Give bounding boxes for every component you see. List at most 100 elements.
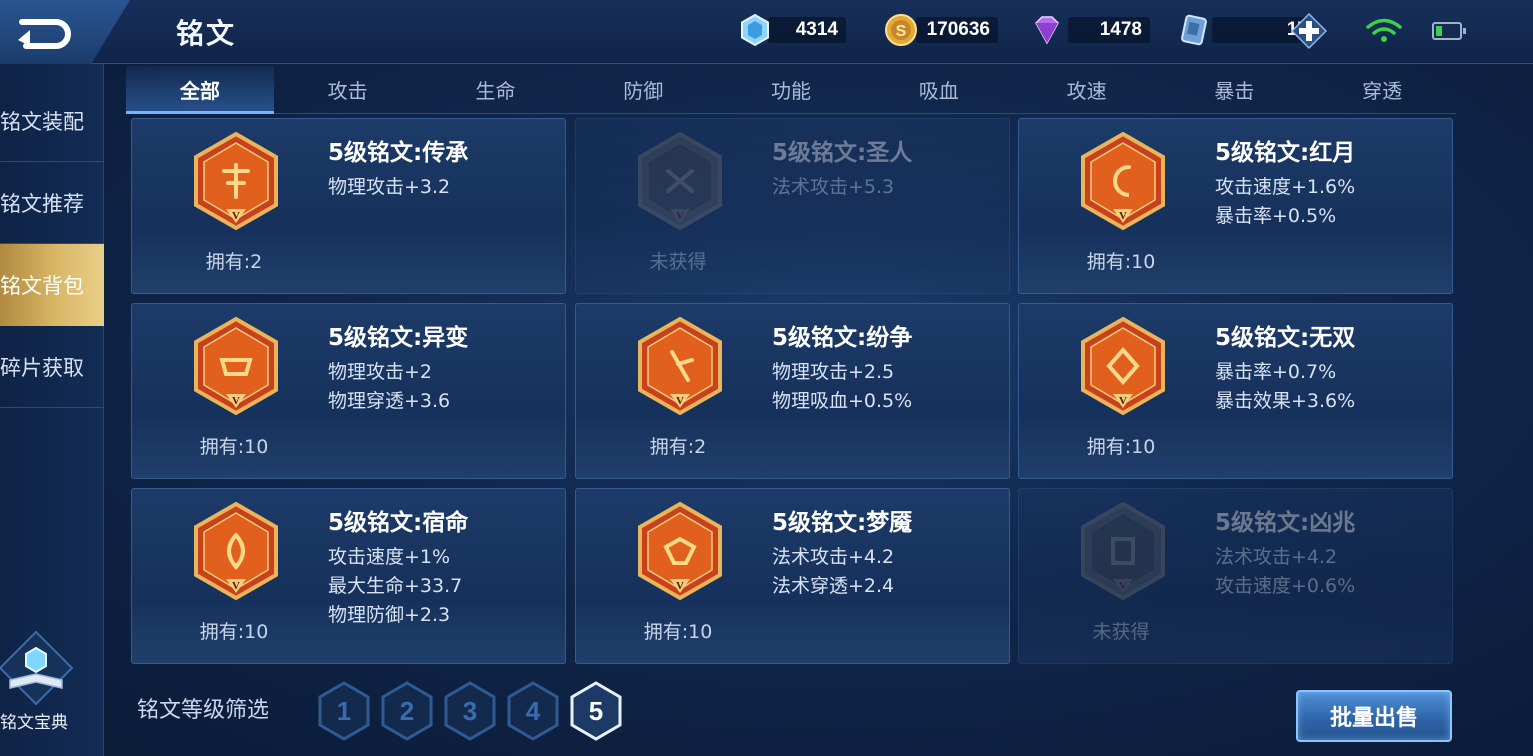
- rune-stat: 物理攻击+2: [328, 361, 433, 383]
- sidebar-item-label: 碎片获取: [0, 356, 84, 380]
- rune-card[interactable]: V 5级铭文:梦魇法术攻击+4.2 法术穿透+2.4 拥有:10: [575, 488, 1010, 664]
- rune-stat: 物理穿透+3.6: [328, 390, 451, 412]
- rune-stats: 攻击速度+1% 最大生命+33.7 物理防御+2.3: [328, 543, 462, 630]
- rune-card[interactable]: V 5级铭文:异变物理攻击+2 物理穿透+3.6 拥有:10: [131, 303, 566, 479]
- rune-stats: 攻击速度+1.6% 暴击率+0.5%: [1215, 173, 1355, 231]
- level-filter-1[interactable]: 1: [316, 680, 372, 742]
- rune-card[interactable]: V 5级铭文:圣人 法术攻击+5.3 未获得: [575, 118, 1010, 294]
- codex-label: 铭文宝典: [0, 713, 68, 733]
- rune-name: 5级铭文:梦魇: [772, 510, 913, 536]
- tab-critical[interactable]: 暴击: [1160, 66, 1308, 113]
- add-ticket-button[interactable]: [1290, 12, 1328, 50]
- sidebar-item-label: 铭文背包: [0, 274, 84, 298]
- tab-attack[interactable]: 攻击: [274, 66, 422, 113]
- level-filter-2[interactable]: 2: [379, 680, 435, 742]
- back-arrow-icon: [18, 19, 71, 49]
- rune-xiongzhao-icon: V: [1081, 501, 1165, 601]
- rune-yibian-icon: V: [194, 316, 278, 416]
- purple-diamond-icon: [1035, 16, 1059, 45]
- rune-grid: V 5级铭文:传承 物理攻击+3.2 拥有:2 V 5级铭文:圣人 法术攻击+5.3 未获得 V…: [131, 118, 1453, 664]
- rune-stats: 暴击率+0.7% 暴击效果+3.6%: [1215, 358, 1355, 416]
- gold-coin-icon: S: [885, 14, 917, 46]
- rune-name: 5级铭文:宿命: [328, 510, 469, 536]
- plus-icon: [1290, 12, 1328, 50]
- rune-card[interactable]: V 5级铭文:纷争 物理攻击+2.5 物理吸血+0.5% 拥有:2: [575, 303, 1010, 479]
- rune-stat: 法术攻击+4.2: [1215, 546, 1338, 568]
- rune-stats: 法术攻击+4.2 法术穿透+2.4: [772, 543, 894, 601]
- rune-codex-button[interactable]: 铭文宝典: [0, 630, 84, 733]
- rune-name: 5级铭文:无双: [1215, 325, 1356, 351]
- tab-defense[interactable]: 防御: [569, 66, 717, 113]
- rune-stat: 暴击率+0.5%: [1215, 205, 1337, 227]
- rune-owned-count: 拥有:10: [199, 621, 269, 643]
- level-filter-5[interactable]: 5: [568, 680, 624, 742]
- rune-card[interactable]: V 5级铭文:凶兆法术攻击+4.2 攻击速度+0.6% 未获得: [1018, 488, 1453, 664]
- rune-stat: 法术穿透+2.4: [772, 575, 895, 597]
- level-filter-4[interactable]: 4: [505, 680, 561, 742]
- rune-chuancheng-icon: V: [194, 131, 278, 231]
- sidebar-item-equip[interactable]: 铭文装配: [0, 80, 104, 162]
- svg-text:V: V: [232, 580, 240, 592]
- tab-attack-speed[interactable]: 攻速: [1013, 66, 1161, 113]
- rune-stat: 暴击率+0.7%: [1215, 361, 1337, 383]
- svg-text:V: V: [1119, 395, 1127, 407]
- rune-owned-count: 拥有:2: [205, 251, 263, 273]
- top-bar: 铭文 4314 S 170636 1478 17: [0, 0, 1533, 64]
- currency-diamond[interactable]: 1478: [1030, 14, 1150, 46]
- rune-name: 5级铭文:凶兆: [1215, 510, 1356, 536]
- rune-stat: 物理攻击+2.5: [772, 361, 895, 383]
- rune-card[interactable]: V 5级铭文:无双 暴击率+0.7% 暴击效果+3.6% 拥有:10: [1018, 303, 1453, 479]
- blue-crystal-icon: [741, 13, 769, 47]
- rune-suming-icon: V: [194, 501, 278, 601]
- svg-text:V: V: [232, 210, 240, 222]
- batch-sell-button[interactable]: 批量出售: [1296, 690, 1452, 742]
- rune-owned-count: 拥有:10: [199, 436, 269, 458]
- category-tabs: 全部 攻击 生命 防御 功能 吸血 攻速 暴击 穿透: [126, 66, 1456, 114]
- tab-utility[interactable]: 功能: [717, 66, 865, 113]
- rune-name: 5级铭文:纷争: [772, 325, 913, 351]
- rune-stat: 物理防御+2.3: [328, 604, 451, 626]
- back-button[interactable]: [0, 0, 130, 64]
- rune-stats: 物理攻击+3.2: [328, 173, 450, 202]
- rune-name: 5级铭文:红月: [1215, 140, 1356, 166]
- tab-health[interactable]: 生命: [422, 66, 570, 113]
- rune-stats: 法术攻击+4.2 攻击速度+0.6%: [1215, 543, 1355, 601]
- rune-stat: 攻击速度+0.6%: [1215, 575, 1356, 597]
- tab-all[interactable]: 全部: [126, 66, 274, 114]
- rune-owned-count: 未获得: [1092, 621, 1150, 643]
- rune-stats: 法术攻击+5.3: [772, 173, 894, 202]
- ticket-icon: [1181, 14, 1207, 46]
- rune-hongyue-icon: V: [1081, 131, 1165, 231]
- rune-card[interactable]: V 5级铭文:红月攻击速度+1.6% 暴击率+0.5% 拥有:10: [1018, 118, 1453, 294]
- level-number: 2: [399, 695, 415, 726]
- rune-stats: 物理攻击+2 物理穿透+3.6: [328, 358, 450, 416]
- tab-lifesteal[interactable]: 吸血: [865, 66, 1013, 113]
- level-number: 5: [588, 695, 604, 726]
- sidebar-item-recommend[interactable]: 铭文推荐: [0, 162, 104, 244]
- sidebar-item-fragments[interactable]: 碎片获取: [0, 326, 104, 408]
- svg-text:V: V: [1119, 580, 1127, 592]
- sidebar-item-label: 铭文推荐: [0, 192, 84, 216]
- rune-name: 5级铭文:异变: [328, 325, 469, 351]
- rune-owned-count: 拥有:10: [643, 621, 713, 643]
- svg-text:V: V: [676, 210, 684, 222]
- rune-card[interactable]: V 5级铭文:传承 物理攻击+3.2 拥有:2: [131, 118, 566, 294]
- currency-gold[interactable]: S 170636: [884, 14, 998, 46]
- svg-text:V: V: [1119, 210, 1127, 222]
- level-filter-3[interactable]: 3: [442, 680, 498, 742]
- currency-crystal[interactable]: 4314: [738, 13, 846, 47]
- rune-card[interactable]: V 5级铭文:宿命攻击速度+1% 最大生命+33.7 物理防御+2.3 拥有:10: [131, 488, 566, 664]
- rune-stat: 物理攻击+3.2: [328, 176, 451, 198]
- rune-shengren-icon: V: [638, 131, 722, 231]
- rune-mengyan-icon: V: [638, 501, 722, 601]
- sidebar-item-backpack[interactable]: 铭文背包: [0, 244, 104, 326]
- rune-owned-count: 拥有:10: [1086, 251, 1156, 273]
- crystal-count: 4314: [768, 17, 846, 43]
- sidebar-item-label: 铭文装配: [0, 110, 84, 134]
- tab-penetration[interactable]: 穿透: [1308, 66, 1456, 113]
- wifi-icon: [1366, 18, 1402, 42]
- level-filter-label: 铭文等级筛选: [137, 698, 270, 723]
- svg-text:V: V: [676, 580, 684, 592]
- rune-fenzheng-icon: V: [638, 316, 722, 416]
- diamond-count: 1478: [1068, 17, 1150, 43]
